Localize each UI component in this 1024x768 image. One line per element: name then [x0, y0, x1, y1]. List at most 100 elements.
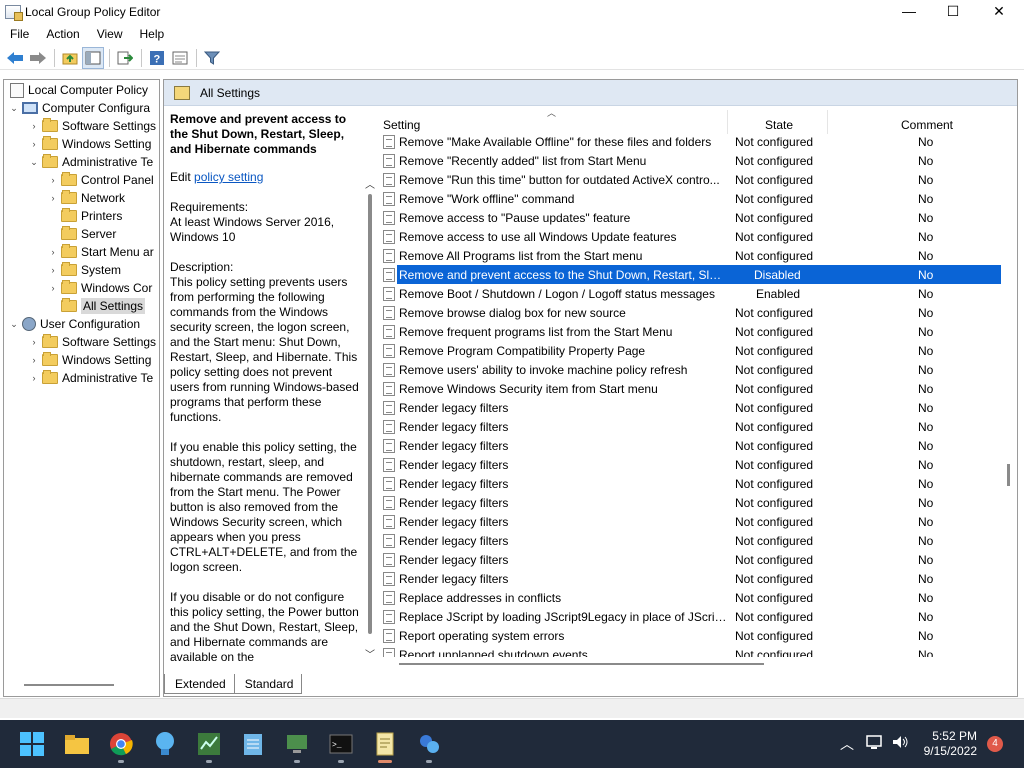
list-vertical-scroll-thumb[interactable] — [1007, 464, 1010, 486]
table-row[interactable]: Replace addresses in conflicts Not config… — [377, 588, 1017, 607]
file-explorer-button[interactable] — [63, 730, 91, 758]
chrome-button[interactable] — [107, 730, 135, 758]
table-row[interactable]: Report operating system errors Not config… — [377, 626, 1017, 645]
table-row[interactable]: Render legacy filters Not configured No — [377, 550, 1017, 569]
table-row[interactable]: Remove "Work offline" command Not configu… — [377, 189, 1017, 208]
table-row[interactable]: Remove and prevent access to the Shut Do… — [377, 265, 1017, 284]
export-list-button[interactable] — [114, 47, 136, 69]
close-button[interactable]: ✕ — [976, 0, 1022, 24]
table-row[interactable]: Remove Windows Security item from Start … — [377, 379, 1017, 398]
tree-item-administrative-templates[interactable]: ⌄ Administrative Te — [28, 153, 153, 171]
volume-icon[interactable] — [891, 734, 909, 753]
tree-item-system[interactable]: › System — [47, 261, 121, 279]
table-row[interactable]: Render legacy filters Not configured No — [377, 512, 1017, 531]
chevron-right-icon[interactable]: › — [28, 373, 40, 383]
tree-item-control-panel[interactable]: › Control Panel — [47, 171, 154, 189]
table-row[interactable]: Render legacy filters Not configured No — [377, 436, 1017, 455]
column-setting[interactable]: Setting — [383, 118, 420, 132]
scroll-down-icon[interactable]: ﹀ — [364, 646, 376, 661]
table-row[interactable]: Remove All Programs list from the Start … — [377, 246, 1017, 265]
tree-item-windows-settings[interactable]: › Windows Setting — [28, 135, 151, 153]
chevron-down-icon[interactable]: ⌄ — [28, 157, 40, 168]
notepad-button[interactable] — [239, 730, 267, 758]
tree-item-user-software-settings[interactable]: › Software Settings — [28, 333, 156, 351]
table-row[interactable]: Remove "Recently added" list from Start … — [377, 151, 1017, 170]
description-scroll-thumb[interactable] — [368, 194, 372, 634]
table-row[interactable]: Render legacy filters Not configured No — [377, 398, 1017, 417]
table-row[interactable]: Remove "Run this time" button for outdat… — [377, 170, 1017, 189]
tree-item-printers[interactable]: Printers — [47, 207, 122, 225]
scroll-up-icon[interactable]: ︿ — [364, 176, 376, 191]
group-policy-editor-button[interactable] — [371, 730, 399, 758]
column-comment[interactable]: Comment — [901, 118, 953, 132]
filter-button[interactable] — [201, 47, 223, 69]
tree-item-windows-components[interactable]: › Windows Cor — [47, 279, 152, 297]
description-scrollbar[interactable]: ︿ ﹀ — [364, 106, 376, 671]
table-row[interactable]: Remove frequent programs list from the S… — [377, 322, 1017, 341]
tree-item-software-settings[interactable]: › Software Settings — [28, 117, 156, 135]
tree-item-user-windows-settings[interactable]: › Windows Setting — [28, 351, 151, 369]
tree-item-network[interactable]: › Network — [47, 189, 125, 207]
policy-setting-link[interactable]: policy setting — [194, 170, 263, 184]
clock[interactable]: 5:52 PM 9/15/2022 — [924, 729, 977, 759]
table-row[interactable]: Render legacy filters Not configured No — [377, 569, 1017, 588]
chevron-up-icon[interactable]: ︿ — [840, 734, 854, 754]
show-hide-tree-button[interactable] — [82, 46, 104, 69]
table-row[interactable]: Remove Boot / Shutdown / Logon / Logoff … — [377, 284, 1017, 303]
menu-help[interactable]: Help — [130, 27, 172, 41]
computer-management-button[interactable] — [283, 730, 311, 758]
maximize-button[interactable]: ☐ — [930, 0, 976, 24]
task-manager-button[interactable] — [195, 730, 223, 758]
tree-item-user-administrative-templates[interactable]: › Administrative Te — [28, 369, 153, 387]
chevron-right-icon[interactable]: › — [47, 265, 59, 275]
menu-view[interactable]: View — [87, 27, 130, 41]
chevron-right-icon[interactable]: › — [47, 175, 59, 185]
minimize-button[interactable]: — — [886, 0, 932, 24]
up-level-button[interactable] — [59, 47, 81, 69]
table-row[interactable]: Remove users' ability to invoke machine … — [377, 360, 1017, 379]
column-divider[interactable] — [727, 110, 728, 134]
tree-item-computer-configuration[interactable]: ⌄ Computer Configura — [8, 99, 150, 117]
chevron-right-icon[interactable]: › — [47, 193, 59, 203]
tab-standard[interactable]: Standard — [233, 674, 303, 694]
chevron-right-icon[interactable]: › — [28, 121, 40, 131]
tree-item-user-configuration[interactable]: ⌄ User Configuration — [8, 315, 140, 333]
table-row[interactable]: Render legacy filters Not configured No — [377, 417, 1017, 436]
column-divider[interactable] — [827, 110, 828, 134]
tab-extended[interactable]: Extended — [164, 674, 235, 694]
terminal-button[interactable]: >_ — [327, 730, 355, 758]
column-state[interactable]: State — [765, 118, 793, 132]
tree-item-local-computer-policy[interactable]: Local Computer Policy — [8, 81, 148, 99]
table-row[interactable]: Replace JScript by loading JScript9Legac… — [377, 607, 1017, 626]
tree-item-all-settings[interactable]: All Settings — [47, 297, 146, 315]
table-row[interactable]: Render legacy filters Not configured No — [377, 455, 1017, 474]
menu-file[interactable]: File — [0, 27, 36, 41]
chevron-right-icon[interactable]: › — [28, 337, 40, 347]
table-row[interactable]: Remove "Make Available Offline" for thes… — [377, 132, 1017, 151]
properties-button[interactable] — [169, 47, 191, 69]
tree-item-start-menu[interactable]: › Start Menu ar — [47, 243, 154, 261]
start-button[interactable] — [18, 730, 46, 758]
help-button[interactable]: ? — [146, 47, 168, 69]
snipping-tool-button[interactable] — [415, 730, 443, 758]
tree-horizontal-scrollbar[interactable] — [24, 684, 114, 686]
table-row[interactable]: Remove access to "Pause updates" feature… — [377, 208, 1017, 227]
menu-action[interactable]: Action — [36, 27, 86, 41]
table-row[interactable]: Remove access to use all Windows Update … — [377, 227, 1017, 246]
notification-badge[interactable]: 4 — [987, 736, 1003, 752]
chevron-down-icon[interactable]: ⌄ — [8, 319, 20, 330]
tips-button[interactable] — [151, 730, 179, 758]
table-row[interactable]: Remove Program Compatibility Property Pa… — [377, 341, 1017, 360]
chevron-right-icon[interactable]: › — [28, 139, 40, 149]
table-row[interactable]: Render legacy filters Not configured No — [377, 493, 1017, 512]
table-row[interactable]: Report unplanned shutdown events Not conf… — [377, 645, 1017, 657]
chevron-down-icon[interactable]: ⌄ — [8, 103, 20, 114]
chevron-right-icon[interactable]: › — [47, 283, 59, 293]
forward-button[interactable] — [27, 47, 49, 69]
chevron-right-icon[interactable]: › — [47, 247, 59, 257]
network-icon[interactable] — [866, 734, 884, 753]
table-row[interactable]: Render legacy filters Not configured No — [377, 474, 1017, 493]
chevron-right-icon[interactable]: › — [28, 355, 40, 365]
table-row[interactable]: Render legacy filters Not configured No — [377, 531, 1017, 550]
table-row[interactable]: Remove browse dialog box for new source N… — [377, 303, 1017, 322]
